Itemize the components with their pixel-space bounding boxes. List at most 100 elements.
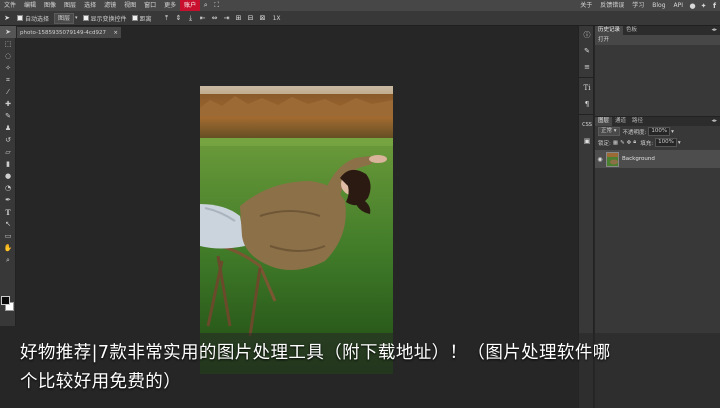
caption-line-1: 好物推荐|7款非常实用的图片处理工具（附下载地址）！（图片处理软件哪: [20, 343, 611, 363]
hand-tool-icon[interactable]: ✋: [0, 242, 16, 254]
align-center-icon[interactable]: ⇔: [210, 14, 220, 23]
lock-transparency-icon[interactable]: ▦: [613, 140, 618, 146]
distribute-h-icon[interactable]: ⊟: [246, 14, 256, 23]
distribute-v-icon[interactable]: ⊠: [258, 14, 268, 23]
photopea-window: 文件 编辑 图像 图层 选择 滤镜 视图 窗口 更多 账户 ⌕ ⛶ 关于 反馈错…: [0, 0, 720, 408]
layer-row-background[interactable]: ◉ Background: [595, 150, 720, 168]
layer-thumbnail-image: [607, 152, 618, 166]
eraser-tool-icon[interactable]: ▱: [0, 146, 16, 158]
menu-blog[interactable]: Blog: [648, 0, 669, 11]
history-entry[interactable]: 打开: [595, 35, 720, 45]
auto-select-checkbox[interactable]: 自动选择: [17, 14, 49, 23]
history-brush-icon[interactable]: ↺: [0, 134, 16, 146]
foreground-color-swatch[interactable]: [1, 296, 10, 305]
blend-mode-select[interactable]: 正常 ▾: [598, 127, 620, 136]
tab-paths[interactable]: 路径: [629, 117, 646, 126]
tab-channels[interactable]: 通道: [612, 117, 629, 126]
eye-icon[interactable]: ◉: [595, 156, 605, 163]
zoom-tool-icon[interactable]: ⌕: [0, 254, 16, 266]
distribute-icon[interactable]: ⊞: [234, 14, 244, 23]
dropdown-arrow-icon: ▾: [75, 15, 78, 21]
opacity-input[interactable]: 100%: [648, 127, 671, 136]
info-icon[interactable]: ⓘ: [580, 28, 594, 42]
adjust-icon[interactable]: ≡: [580, 60, 594, 74]
close-icon[interactable]: ×: [113, 30, 118, 36]
align-top-icon[interactable]: ⤒: [162, 14, 172, 23]
move-tool-icon[interactable]: ➤: [0, 26, 16, 38]
crop-tool-icon[interactable]: ⌗: [0, 74, 16, 86]
zoom-label[interactable]: 1X: [273, 15, 281, 22]
menu-window[interactable]: 窗口: [140, 0, 160, 11]
lock-pixels-icon[interactable]: ✎: [620, 140, 625, 146]
magic-wand-icon[interactable]: ✧: [0, 62, 16, 74]
blur-tool-icon[interactable]: ●: [0, 170, 16, 182]
css-icon[interactable]: CSS: [580, 118, 594, 132]
panel-collapse-icon[interactable]: ◂▸: [711, 117, 717, 126]
tab-history[interactable]: 历史记录: [595, 26, 624, 35]
dodge-tool-icon[interactable]: ◔: [0, 182, 16, 194]
twitter-icon[interactable]: ✦: [698, 2, 709, 10]
menu-learn[interactable]: 学习: [628, 0, 648, 11]
checkbox-icon: [131, 15, 138, 21]
lock-all-icon[interactable]: 🔒︎: [633, 139, 636, 146]
opacity-dropdown-icon[interactable]: ▾: [671, 129, 674, 135]
menu-edit[interactable]: 编辑: [20, 0, 40, 11]
menu-account[interactable]: 账户: [180, 0, 201, 11]
lock-fill-row: 锁定: ▦ ✎ ✥ 🔒︎ 填充: 100% ▾: [595, 137, 720, 148]
path-select-icon[interactable]: ↖: [0, 218, 16, 230]
fill-dropdown-icon[interactable]: ▾: [678, 140, 681, 146]
menu-report-bug[interactable]: 反馈错误: [596, 0, 628, 11]
panel-collapse-icon[interactable]: ◂▸: [711, 26, 717, 35]
align-left-icon[interactable]: ⇤: [198, 14, 208, 23]
history-panel: 历史记录 色板 ◂▸ 打开: [595, 26, 720, 116]
menu-api[interactable]: API: [670, 0, 688, 11]
stamp-tool-icon[interactable]: ♟: [0, 122, 16, 134]
menu-image[interactable]: 图像: [40, 0, 60, 11]
tab-swatches[interactable]: 色板: [623, 26, 640, 35]
type-tool-icon[interactable]: T: [0, 206, 16, 218]
checkbox-icon: [82, 15, 89, 21]
paragraph-icon[interactable]: ¶: [580, 97, 594, 111]
pen-tool-icon[interactable]: ✒: [0, 194, 16, 206]
align-middle-icon[interactable]: ⇕: [174, 14, 184, 23]
brush-settings-icon[interactable]: ✎: [580, 44, 594, 58]
blend-mode-value: 正常: [601, 128, 613, 134]
lasso-tool-icon[interactable]: ◌: [0, 50, 16, 62]
menu-select[interactable]: 选择: [80, 0, 100, 11]
tab-layers[interactable]: 图层: [595, 117, 613, 126]
align-bottom-icon[interactable]: ⤓: [186, 14, 196, 23]
eyedropper-icon[interactable]: ⁄: [0, 86, 16, 98]
lock-position-icon[interactable]: ✥: [627, 140, 632, 146]
checkbox-checked-icon: [17, 15, 23, 21]
gradient-tool-icon[interactable]: ▮: [0, 158, 16, 170]
menu-about[interactable]: 关于: [576, 0, 596, 11]
reddit-icon[interactable]: ●: [687, 2, 698, 10]
menu-filter[interactable]: 滤镜: [100, 0, 120, 11]
facebook-icon[interactable]: f: [709, 2, 720, 10]
shape-tool-icon[interactable]: ▭: [0, 230, 16, 242]
menu-file[interactable]: 文件: [0, 0, 20, 11]
move-tool-icon[interactable]: ➤: [2, 14, 12, 23]
distance-checkbox[interactable]: 距离: [131, 14, 152, 23]
image-icon[interactable]: ▣: [580, 134, 594, 148]
fill-input[interactable]: 100%: [655, 138, 677, 147]
menu-layer[interactable]: 图层: [60, 0, 80, 11]
document-tab[interactable]: photo-1585935079149-4cd927 ×: [17, 27, 121, 38]
target-select[interactable]: 图层 ▾: [54, 12, 78, 24]
menu-bar: 文件 编辑 图像 图层 选择 滤镜 视图 窗口 更多 账户 ⌕ ⛶ 关于 反馈错…: [0, 0, 720, 11]
fullscreen-icon[interactable]: ⛶: [211, 1, 222, 10]
tool-bar: ➤ ⬚ ◌ ✧ ⌗ ⁄ ✚ ✎ ♟ ↺ ▱ ▮ ● ◔ ✒ T ↖ ▭ ✋ ⌕: [0, 26, 16, 326]
healing-brush-icon[interactable]: ✚: [0, 98, 16, 110]
menu-view[interactable]: 视图: [120, 0, 140, 11]
history-panel-tabs: 历史记录 色板 ◂▸: [595, 26, 720, 35]
search-icon[interactable]: ⌕: [200, 1, 211, 10]
layer-name: Background: [622, 156, 655, 162]
document-image[interactable]: [200, 86, 393, 374]
show-transform-checkbox[interactable]: 显示变换控件: [82, 14, 127, 23]
menu-more[interactable]: 更多: [160, 0, 180, 11]
show-transform-label: 显示变换控件: [90, 15, 127, 23]
align-right-icon[interactable]: ⇥: [222, 14, 232, 23]
character-icon[interactable]: Ti: [580, 81, 594, 95]
marquee-tool-icon[interactable]: ⬚: [0, 38, 16, 50]
brush-tool-icon[interactable]: ✎: [0, 110, 16, 122]
